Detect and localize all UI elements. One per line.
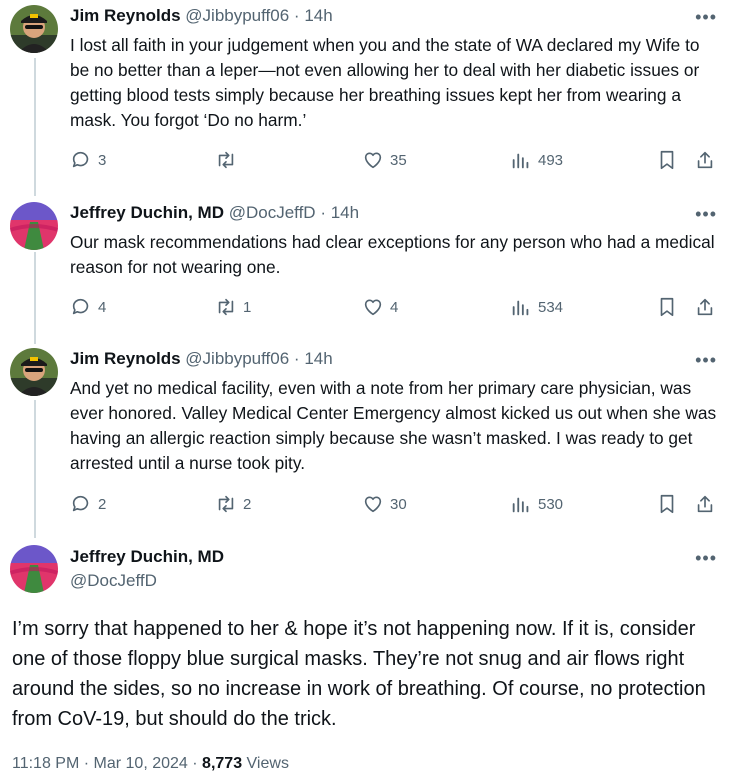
reply-text: I lost all faith in your judgement when … — [70, 35, 700, 130]
views-button[interactable]: 530 — [510, 492, 563, 516]
author-handle[interactable]: @DocJeffD — [229, 203, 316, 222]
author-name[interactable]: Jim Reynolds — [70, 349, 181, 368]
reply-text: And yet no medical facility, even with a… — [70, 378, 717, 473]
avatar[interactable] — [10, 202, 58, 250]
more-icon[interactable]: ••• — [695, 351, 717, 369]
share-icon — [697, 495, 713, 513]
repost-icon — [218, 495, 234, 513]
views-icon — [512, 153, 529, 169]
like-icon — [364, 299, 382, 316]
avatar[interactable] — [10, 5, 58, 53]
repost-button[interactable]: 2 — [215, 492, 251, 516]
timestamp[interactable]: 14h — [304, 349, 332, 368]
share-button[interactable] — [694, 492, 716, 516]
share-button[interactable] — [694, 295, 716, 319]
author-handle[interactable]: @DocJeffD — [70, 571, 157, 591]
thread-page: Jim Reynolds @Jibbypuff06 · 14h ••• I lo… — [0, 0, 729, 778]
author-handle[interactable]: @Jibbypuff06 — [185, 6, 289, 25]
action-bar: 4 1 4 534 — [70, 295, 719, 319]
like-button[interactable]: 30 — [362, 492, 407, 516]
like-button[interactable]: 35 — [362, 148, 407, 172]
like-icon — [364, 496, 382, 513]
reply-icon — [72, 151, 89, 168]
repost-button[interactable] — [215, 148, 243, 172]
bookmark-button[interactable] — [656, 295, 678, 319]
share-icon — [697, 298, 713, 316]
tweet-time[interactable]: 11:18 PM — [12, 755, 79, 772]
view-count: 8,773 — [202, 755, 243, 772]
more-icon[interactable]: ••• — [695, 205, 717, 223]
reply-text: Our mask recommendations had clear excep… — [70, 232, 715, 277]
main-header: Jeffrey Duchin, MD — [70, 546, 224, 568]
reply-icon — [72, 298, 89, 315]
views-icon — [512, 497, 529, 513]
author-name[interactable]: Jeffrey Duchin, MD — [70, 203, 224, 222]
bookmark-icon — [660, 494, 674, 514]
reply-icon — [72, 495, 89, 512]
author-name[interactable]: Jim Reynolds — [70, 6, 181, 25]
avatar[interactable] — [10, 348, 58, 396]
bookmark-button[interactable] — [656, 492, 678, 516]
share-icon — [697, 151, 713, 169]
tweet-date[interactable]: Mar 10, 2024 — [94, 755, 188, 772]
like-icon — [364, 152, 382, 169]
reply-header: Jeffrey Duchin, MD @DocJeffD · 14h — [70, 203, 360, 222]
reply-header: Jim Reynolds @Jibbypuff06 · 14h — [70, 349, 333, 368]
reply-button[interactable]: 4 — [70, 295, 106, 319]
thread-line — [34, 58, 36, 196]
share-button[interactable] — [694, 148, 716, 172]
views-icon — [512, 300, 529, 316]
bookmark-icon — [660, 297, 674, 317]
like-button[interactable]: 4 — [362, 295, 398, 319]
reply-header: Jim Reynolds @Jibbypuff06 · 14h — [70, 6, 333, 25]
bookmark-icon — [660, 150, 674, 170]
repost-icon — [218, 151, 234, 169]
thread-line — [34, 252, 36, 344]
timestamp[interactable]: 14h — [331, 203, 359, 222]
action-bar: 2 2 30 530 — [70, 492, 719, 516]
timestamp[interactable]: 14h — [304, 6, 332, 25]
repost-button[interactable]: 1 — [215, 295, 251, 319]
action-bar: 3 35 493 — [70, 148, 719, 172]
views-button[interactable]: 534 — [510, 295, 563, 319]
author-handle[interactable]: @Jibbypuff06 — [185, 349, 289, 368]
bookmark-button[interactable] — [656, 148, 678, 172]
views-button[interactable]: 493 — [510, 148, 563, 172]
tweet-meta: 11:18 PM · Mar 10, 2024 · 8,773 Views — [12, 755, 289, 772]
more-icon[interactable]: ••• — [695, 549, 717, 567]
author-name[interactable]: Jeffrey Duchin, MD — [70, 547, 224, 566]
more-icon[interactable]: ••• — [695, 8, 717, 26]
views-label: Views — [246, 755, 289, 772]
repost-icon — [218, 298, 234, 316]
reply-button[interactable]: 3 — [70, 148, 106, 172]
thread-line — [34, 400, 36, 538]
reply-button[interactable]: 2 — [70, 492, 106, 516]
avatar[interactable] — [10, 545, 58, 593]
main-tweet-text: I’m sorry that happened to her & hope it… — [12, 618, 706, 730]
